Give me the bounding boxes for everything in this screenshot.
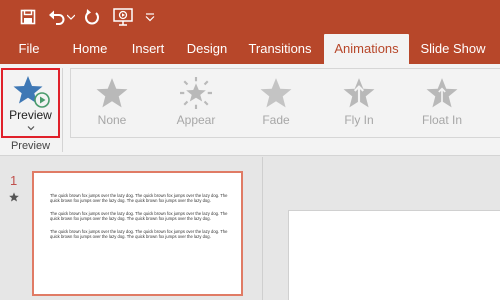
- group-separator: [62, 68, 63, 152]
- play-icon: [34, 92, 50, 108]
- animation-label: Float In: [421, 113, 463, 127]
- slide-text-paragraph: The quick brown fox jumps over the lazy …: [50, 193, 228, 204]
- tab-animations[interactable]: Animations: [324, 34, 409, 64]
- slide-text-paragraph: The quick brown fox jumps over the lazy …: [50, 229, 228, 240]
- float-in-star-icon: [426, 78, 458, 108]
- title-bar: [0, 0, 500, 34]
- redo-icon[interactable]: [82, 7, 102, 27]
- undo-dropdown-icon[interactable]: [66, 7, 76, 27]
- tab-file[interactable]: File: [10, 34, 48, 64]
- star-icon: [260, 78, 292, 108]
- animation-fly-in[interactable]: Fly In: [324, 75, 394, 133]
- tab-design[interactable]: Design: [180, 34, 234, 64]
- slide-thumbnail[interactable]: The quick brown fox jumps over the lazy …: [32, 171, 243, 296]
- pane-splitter[interactable]: [262, 157, 263, 300]
- star-icon: [96, 78, 128, 108]
- animation-appear[interactable]: Appear: [161, 75, 231, 133]
- ribbon-animations: Preview Preview None Appear Fade Fly In …: [0, 64, 500, 156]
- animation-label: Fade: [262, 113, 290, 127]
- fly-in-star-icon: [343, 78, 375, 108]
- burst-star-icon: [180, 77, 212, 109]
- animation-none[interactable]: None: [77, 75, 147, 133]
- animation-float-in[interactable]: Float In: [407, 75, 477, 133]
- tab-home[interactable]: Home: [62, 34, 118, 64]
- preview-button-label: Preview: [9, 108, 52, 122]
- animation-gallery: None Appear Fade Fly In Float In: [70, 68, 500, 138]
- preview-group-label: Preview: [10, 140, 51, 152]
- tab-transitions[interactable]: Transitions: [244, 34, 316, 64]
- slide-text-paragraph: The quick brown fox jumps over the lazy …: [50, 211, 228, 222]
- save-icon[interactable]: [18, 7, 38, 27]
- preview-button[interactable]: Preview: [1, 68, 60, 138]
- animation-indicator-star-icon: [9, 192, 19, 202]
- animation-label: Fly In: [344, 113, 374, 127]
- animation-label: None: [97, 113, 127, 127]
- slide-number: 1: [10, 173, 18, 188]
- undo-icon[interactable]: [48, 7, 66, 27]
- slide-editing-canvas[interactable]: [288, 210, 500, 300]
- tab-slide-show[interactable]: Slide Show: [416, 34, 490, 64]
- chevron-down-icon: [27, 126, 35, 131]
- animation-label: Appear: [176, 113, 216, 127]
- start-from-beginning-icon[interactable]: [112, 7, 134, 27]
- animation-fade[interactable]: Fade: [241, 75, 311, 133]
- customize-quick-access-icon[interactable]: [143, 7, 157, 27]
- ribbon-tabs: File Home Insert Design Transitions Anim…: [0, 34, 500, 64]
- tab-insert[interactable]: Insert: [122, 34, 174, 64]
